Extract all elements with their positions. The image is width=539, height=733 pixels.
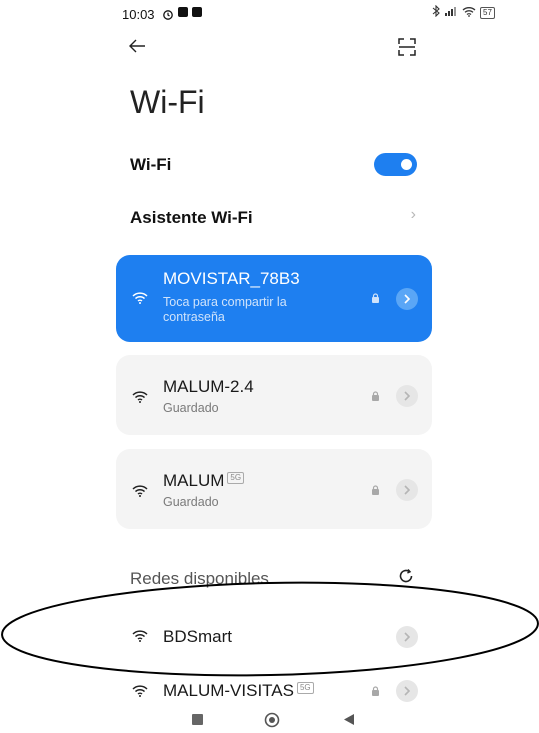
back-nav-button[interactable] bbox=[343, 713, 355, 731]
lock-icon bbox=[372, 686, 379, 696]
available-network-malum-visitas[interactable]: MALUM-VISITAS 5G bbox=[116, 678, 432, 704]
network-subtitle-line: contraseña bbox=[163, 310, 225, 324]
wifi-assistant-label: Asistente Wi-Fi bbox=[130, 208, 253, 227]
network-subtitle: Guardado bbox=[163, 401, 219, 415]
network-card-malum-24[interactable]: MALUM-2.4 Guardado bbox=[116, 355, 432, 435]
chevron-right-icon bbox=[404, 391, 411, 401]
home-circle-icon bbox=[264, 712, 280, 728]
chevron-right-icon bbox=[404, 294, 411, 304]
network-details-button[interactable] bbox=[396, 288, 418, 310]
section-title-available: Redes disponibles bbox=[130, 569, 269, 588]
available-network-bdsmart[interactable]: BDSmart bbox=[116, 615, 432, 659]
lock-icon bbox=[372, 293, 379, 303]
bluetooth-icon bbox=[432, 4, 440, 20]
network-name-text: MALUM-VISITAS bbox=[163, 681, 294, 700]
status-icons: 57 bbox=[432, 4, 495, 20]
chevron-right-icon bbox=[404, 485, 411, 495]
system-navigation-bar bbox=[0, 708, 539, 732]
chevron-right-icon: › bbox=[410, 206, 416, 223]
wifi-icon bbox=[132, 630, 148, 642]
network-details-button[interactable] bbox=[396, 385, 418, 407]
network-name: MALUM-VISITAS 5G bbox=[163, 681, 314, 701]
alarm-icon bbox=[162, 7, 174, 25]
network-name: MOVISTAR_78B3 bbox=[163, 269, 300, 288]
network-name: MALUM 5G bbox=[163, 471, 245, 491]
network-card-malum[interactable]: MALUM 5G Guardado bbox=[116, 449, 432, 529]
notification-icon bbox=[192, 7, 202, 17]
wifi-icon bbox=[132, 685, 148, 697]
network-details-button[interactable] bbox=[396, 626, 418, 648]
triangle-back-icon bbox=[344, 714, 354, 725]
battery-icon: 57 bbox=[480, 6, 495, 19]
wifi-icon bbox=[132, 485, 148, 497]
lock-icon bbox=[372, 485, 379, 495]
chevron-right-icon bbox=[404, 632, 411, 642]
qr-scan-icon bbox=[398, 38, 416, 56]
5g-badge: 5G bbox=[296, 682, 314, 694]
refresh-button[interactable] bbox=[398, 568, 414, 589]
lock-icon bbox=[372, 391, 379, 401]
chevron-right-icon bbox=[404, 686, 411, 696]
scan-button[interactable] bbox=[398, 38, 416, 61]
wifi-toggle[interactable] bbox=[374, 153, 417, 176]
status-time: 10:03 bbox=[122, 7, 155, 22]
network-details-button[interactable] bbox=[396, 680, 418, 702]
toggle-knob bbox=[401, 159, 412, 170]
wifi-assistant-row[interactable]: Asistente Wi-Fi › bbox=[116, 200, 432, 236]
recents-button[interactable] bbox=[192, 714, 203, 725]
network-name-text: MALUM bbox=[163, 471, 225, 490]
arrow-left-icon bbox=[129, 39, 145, 53]
wifi-icon bbox=[132, 391, 148, 403]
refresh-icon bbox=[399, 569, 413, 583]
network-name: MALUM-2.4 bbox=[163, 377, 254, 396]
network-subtitle-line: Toca para compartir la bbox=[163, 295, 287, 309]
wifi-toggle-label: Wi-Fi bbox=[130, 155, 172, 174]
notification-icons bbox=[178, 7, 202, 17]
wifi-status-icon bbox=[462, 6, 476, 20]
home-button[interactable] bbox=[264, 712, 280, 733]
network-subtitle: Toca para compartir la contraseña bbox=[163, 295, 323, 325]
page-title: Wi-Fi bbox=[130, 84, 205, 120]
network-card-movistar[interactable]: MOVISTAR_78B3 Toca para compartir la con… bbox=[116, 255, 432, 342]
notification-icon bbox=[178, 7, 188, 17]
back-button[interactable] bbox=[128, 38, 146, 59]
wifi-icon bbox=[132, 292, 148, 304]
5g-badge: 5G bbox=[227, 472, 245, 484]
network-subtitle: Guardado bbox=[163, 495, 219, 509]
network-name: BDSmart bbox=[163, 627, 232, 646]
network-details-button[interactable] bbox=[396, 479, 418, 501]
signal-icon bbox=[444, 6, 458, 19]
